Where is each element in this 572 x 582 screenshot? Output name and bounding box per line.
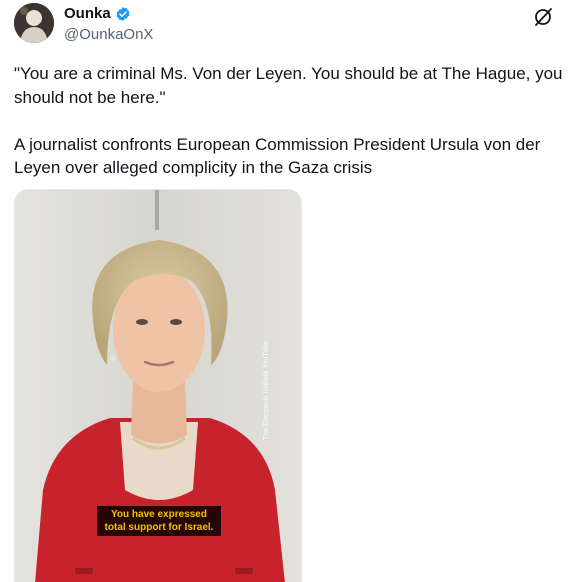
video-watermark: The Electronic Intifada YouTube	[263, 341, 270, 440]
author-handle[interactable]: @OunkaOnX	[64, 26, 153, 43]
author-avatar[interactable]	[14, 3, 54, 43]
tweet-text: "You are a criminal Ms. Von der Leyen. Y…	[14, 64, 563, 177]
avatar-image	[14, 3, 54, 43]
video-caption: You have expressed total support for Isr…	[97, 506, 221, 536]
grok-icon[interactable]	[532, 5, 556, 29]
tweet-card: Ounka @OunkaOnX "You are a criminal Ms. …	[0, 0, 572, 582]
verified-badge-icon	[115, 6, 131, 22]
video-player[interactable]: You have expressed total support for Isr…	[14, 189, 302, 582]
author-display-name[interactable]: Ounka	[64, 5, 111, 22]
author-name-row: Ounka	[64, 5, 131, 22]
